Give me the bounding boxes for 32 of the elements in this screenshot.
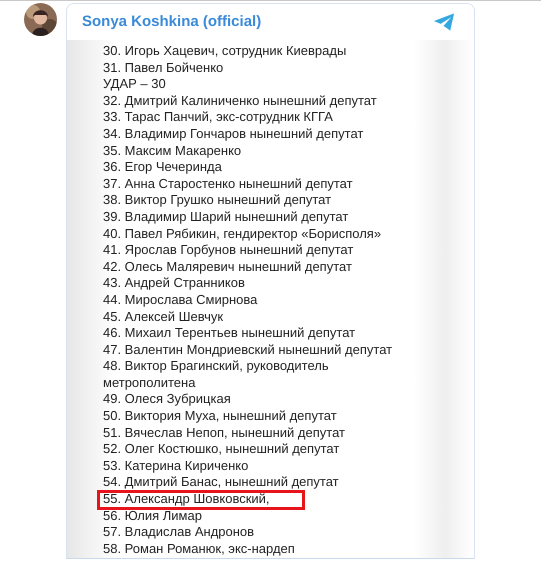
list-line: 31. Павел Бойченко: [103, 60, 224, 76]
list-line: 49. Олеся Зубрицкая: [103, 391, 232, 408]
list-line: 30. Игорь Хацевич, сотрудник Киеврады: [103, 43, 348, 60]
list-line: 35. Максим Макаренко: [103, 142, 242, 160]
list-line: УДАР – 30: [103, 76, 167, 93]
list-line: 32. Дмитрий Калиниченко нынешний депутат: [103, 92, 378, 110]
list-line: 48. Виктор Брагинский, руководитель метрополитена: [103, 358, 330, 392]
channel-name[interactable]: Sonya Koshkina (official): [82, 10, 262, 34]
list-line: 42. Олесь Маляревич нынешний депутат: [103, 258, 353, 276]
list-line: 44. Мирослава Смирнова: [103, 292, 258, 308]
list-line: 47. Валентин Мондриевский нынешний депутат: [103, 342, 393, 358]
list-line: 52. Олег Костюшко, нынешний депутат: [103, 441, 340, 458]
list-line: 56. Юлия Лимар: [103, 508, 203, 524]
list-line: 45. Алексей Шевчук: [103, 308, 224, 326]
list-line: 37. Анна Старостенко нынешний депутат: [103, 176, 354, 192]
list-line: 38. Виктор Грушко нынешний депутат: [103, 192, 332, 209]
list-line: 55. Александр Шовковский,: [103, 491, 271, 508]
list-line: 57. Владислав Андронов: [103, 524, 256, 541]
list-line: 40. Павел Рябикин, гендиректор «Борисполя»: [103, 226, 382, 242]
list-line: 50. Виктория Муха, нынешний депутат: [103, 408, 338, 425]
list-line: 36. Егор Чечеринда: [103, 159, 223, 176]
list-line: 34. Владимир Гончаров нынешний депутат: [103, 126, 364, 143]
list-line: 39. Владимир Шарий нынешний депутат: [103, 208, 350, 226]
list-line: 46. Михаил Терентьев нынешний депутат: [103, 325, 356, 342]
list-line: 51. Вячеслав Непоп, нынешний депутат: [103, 424, 346, 442]
paper-plane-icon[interactable]: [433, 12, 456, 32]
list-line: 54. Дмитрий Банас, нынешний депутат: [103, 474, 340, 492]
list-line: 41. Ярослав Горбунов нынешний депутат: [103, 242, 354, 259]
list-line: 33. Тарас Панчий, экс-сотрудник КГГА: [103, 109, 334, 126]
list-line: 53. Катерина Кириченко: [103, 458, 250, 474]
list-line: 43. Андрей Странников: [103, 275, 246, 292]
list-line: 58. Роман Романюк, экс-нардеп: [103, 540, 296, 558]
